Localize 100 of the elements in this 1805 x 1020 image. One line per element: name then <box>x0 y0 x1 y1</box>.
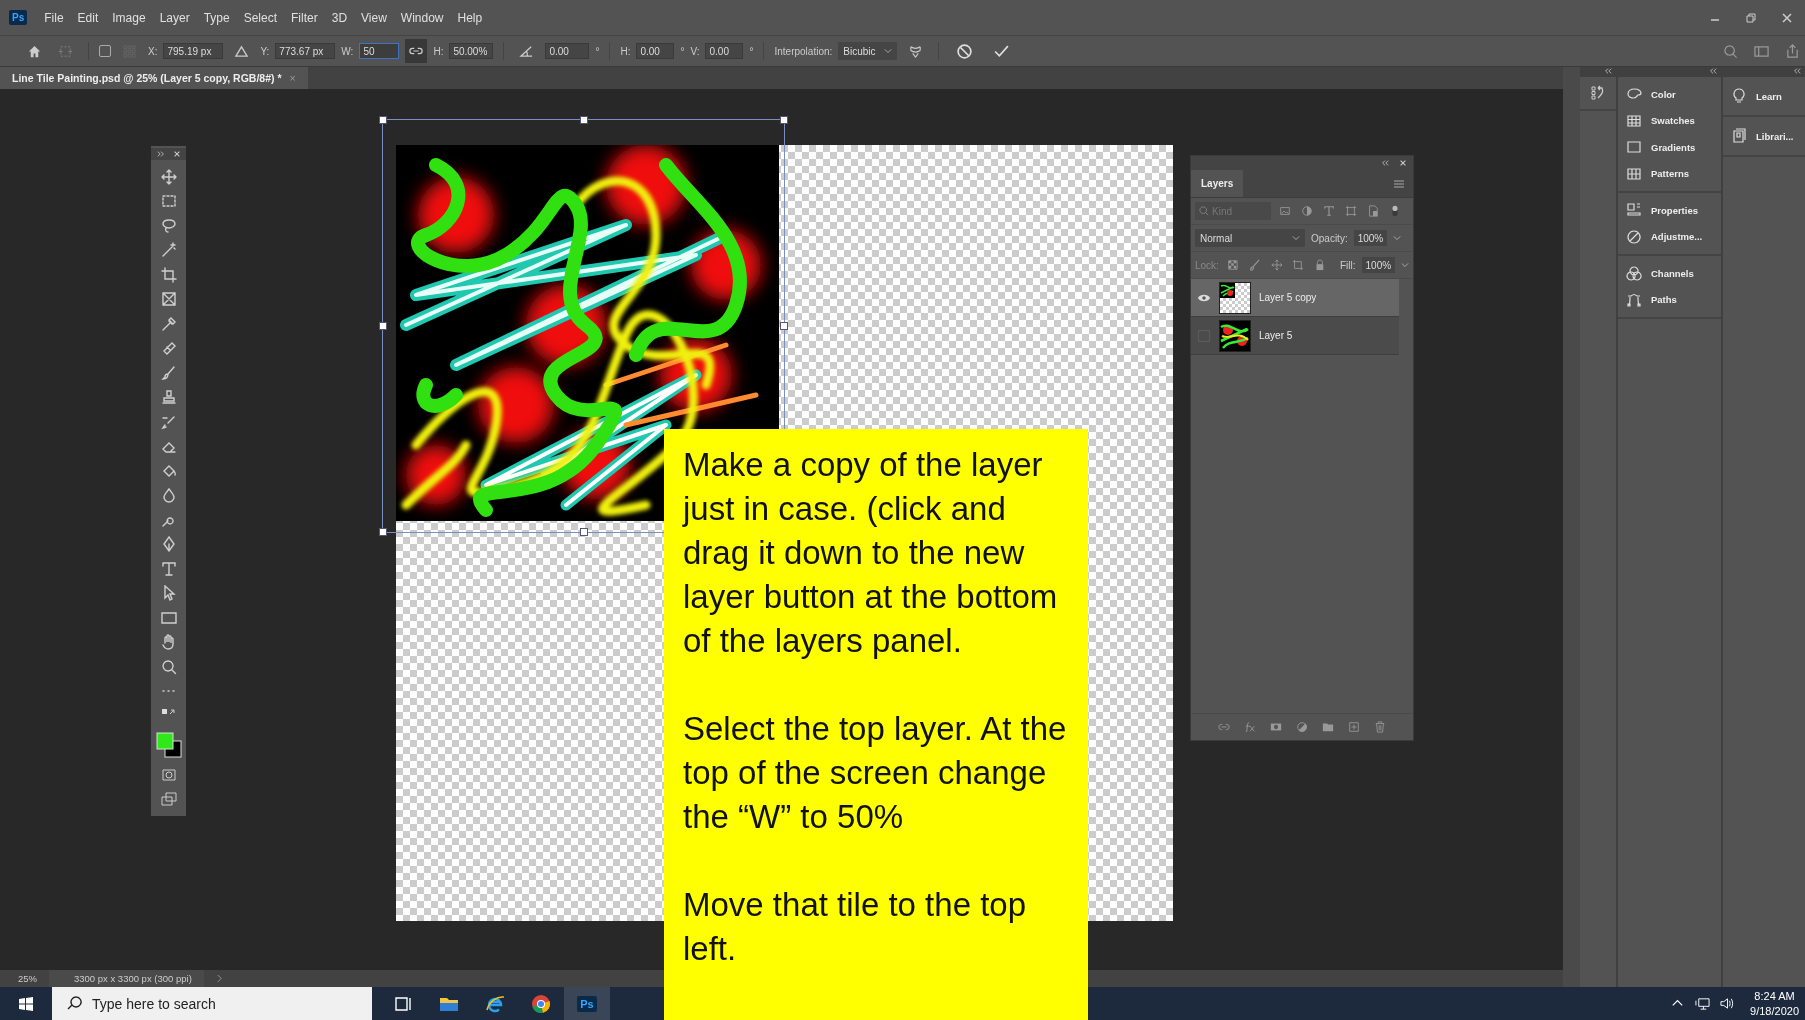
lasso-icon[interactable] <box>160 217 177 234</box>
horizontal-skew-field[interactable]: 0.00 <box>636 43 675 59</box>
crop-icon[interactable] <box>160 266 177 283</box>
vertical-skew-field[interactable]: 0.00 <box>705 43 744 59</box>
shape-filter-icon[interactable] <box>1345 205 1357 217</box>
chevron-icon[interactable] <box>215 974 223 983</box>
trash-icon[interactable] <box>1374 721 1386 733</box>
effects-icon[interactable] <box>1244 721 1256 733</box>
panel-button[interactable]: Properties <box>1618 197 1721 224</box>
panel-button[interactable]: Channels <box>1618 260 1721 287</box>
menu-item[interactable]: Image <box>105 10 153 25</box>
taskbar-app[interactable]: Ps <box>564 987 610 1020</box>
taskbar-search-field[interactable]: Type here to search <box>52 987 372 1020</box>
home-icon[interactable] <box>27 43 42 59</box>
workspace-icon[interactable] <box>1754 43 1769 59</box>
eye-icon[interactable] <box>1197 292 1211 303</box>
windows-start-icon[interactable] <box>18 995 34 1012</box>
type-tool-icon[interactable] <box>160 560 177 577</box>
quick-mask-icon[interactable] <box>160 766 177 783</box>
angle-field[interactable]: 0.00 <box>545 43 590 59</box>
lock-transparency-icon[interactable] <box>1226 259 1239 271</box>
hand-icon[interactable] <box>160 634 177 650</box>
collapse-icon[interactable] <box>1604 67 1612 75</box>
panel-button[interactable]: Learn <box>1723 81 1805 111</box>
panel-button[interactable]: Paths <box>1618 286 1721 313</box>
width-field[interactable]: 50 <box>359 43 400 59</box>
collapse-icon[interactable] <box>1381 159 1389 167</box>
restore-icon[interactable] <box>1745 11 1757 24</box>
blend-mode-dropdown[interactable]: Normal <box>1195 229 1305 247</box>
document-tab[interactable]: Line Tile Painting.psd @ 25% (Layer 5 copy, RGB/8#) * × <box>0 67 308 89</box>
mask-icon[interactable] <box>1270 721 1282 733</box>
eyedropper-icon[interactable] <box>160 315 177 332</box>
close-icon[interactable] <box>1399 159 1407 167</box>
menu-item[interactable]: Help <box>450 10 490 25</box>
panel-button[interactable]: Swatches <box>1618 107 1721 134</box>
layer-row[interactable]: Layer 5 copy <box>1191 279 1399 317</box>
history-icon[interactable] <box>1590 85 1606 101</box>
menu-item[interactable]: Select <box>236 10 285 25</box>
zoom-level[interactable]: 25% <box>0 973 49 984</box>
close-icon[interactable] <box>1781 11 1793 24</box>
artboard-icon[interactable] <box>1292 259 1305 271</box>
menu-item[interactable]: Window <box>393 10 451 25</box>
expand-icon[interactable] <box>156 150 165 158</box>
cancel-icon[interactable] <box>955 42 973 60</box>
link-toggle[interactable] <box>405 39 428 63</box>
lock-icon[interactable] <box>1314 259 1326 271</box>
collapse-icon[interactable] <box>1709 67 1717 75</box>
share-icon[interactable] <box>1785 43 1800 59</box>
move-icon[interactable] <box>160 168 177 185</box>
app-logo[interactable]: Ps <box>9 10 28 25</box>
interpolation-dropdown[interactable]: Bicubic <box>838 42 897 60</box>
clock-date[interactable]: 9/18/2020 <box>1750 1003 1799 1019</box>
checkbox[interactable] <box>99 45 111 57</box>
panel-button[interactable]: Color <box>1618 81 1721 108</box>
image-filter-icon[interactable] <box>1279 205 1291 217</box>
move-icon[interactable] <box>1270 259 1283 271</box>
panel-button[interactable]: Librari... <box>1723 121 1805 151</box>
pen-icon[interactable] <box>160 536 177 552</box>
opacity-field[interactable]: 100% <box>1353 230 1388 246</box>
panel-button[interactable]: Gradients <box>1618 134 1721 161</box>
height-field[interactable]: 50.00% <box>449 43 494 59</box>
filter-toggle-icon[interactable] <box>1389 205 1401 217</box>
collapse-icon[interactable] <box>1793 67 1801 75</box>
triangle-icon[interactable] <box>234 43 250 59</box>
menu-item[interactable]: File <box>37 10 71 25</box>
blur-icon[interactable] <box>160 487 177 503</box>
magic-wand-icon[interactable] <box>160 242 177 258</box>
marquee-icon[interactable] <box>160 193 177 209</box>
panel-button[interactable]: Patterns <box>1618 160 1721 187</box>
layer-row[interactable]: Layer 5 <box>1191 317 1399 355</box>
frame-icon[interactable] <box>160 291 177 307</box>
layers-tab[interactable]: Layers <box>1191 170 1244 197</box>
smart-object-filter-icon[interactable] <box>1367 205 1379 217</box>
menu-item[interactable]: Type <box>196 10 237 25</box>
panel-button[interactable]: Adjustme... <box>1618 223 1721 250</box>
menu-item[interactable]: Filter <box>284 10 325 25</box>
clock-time[interactable]: 8:24 AM <box>1754 988 1795 1004</box>
adjustment-layer-icon[interactable] <box>1296 721 1308 733</box>
network-icon[interactable] <box>1695 996 1711 1011</box>
rectangle-icon[interactable] <box>160 609 177 626</box>
color-swatches-icon[interactable] <box>155 732 182 758</box>
menu-item[interactable]: 3D <box>324 10 355 25</box>
screen-mode-icon[interactable] <box>160 791 177 807</box>
x-field[interactable]: 795.19 px <box>163 43 224 59</box>
scrollbar[interactable] <box>1563 67 1580 987</box>
menu-item[interactable]: Layer <box>152 10 197 25</box>
adjustment-filter-icon[interactable] <box>1301 205 1313 217</box>
zoom-icon[interactable] <box>160 658 177 675</box>
brush-icon[interactable] <box>1248 259 1261 271</box>
menu-item[interactable]: Edit <box>70 10 106 25</box>
fill-field[interactable]: 100% <box>1361 257 1396 273</box>
speaker-icon[interactable] <box>1720 996 1736 1011</box>
folder-icon[interactable] <box>1322 721 1334 733</box>
close-icon[interactable] <box>172 150 181 158</box>
warp-icon[interactable] <box>907 43 923 59</box>
menu-item[interactable]: View <box>354 10 394 25</box>
y-field[interactable]: 773.67 px <box>275 43 336 59</box>
brush-icon[interactable] <box>160 364 177 381</box>
search-icon[interactable] <box>1723 43 1738 59</box>
stamp-icon[interactable] <box>160 389 177 405</box>
